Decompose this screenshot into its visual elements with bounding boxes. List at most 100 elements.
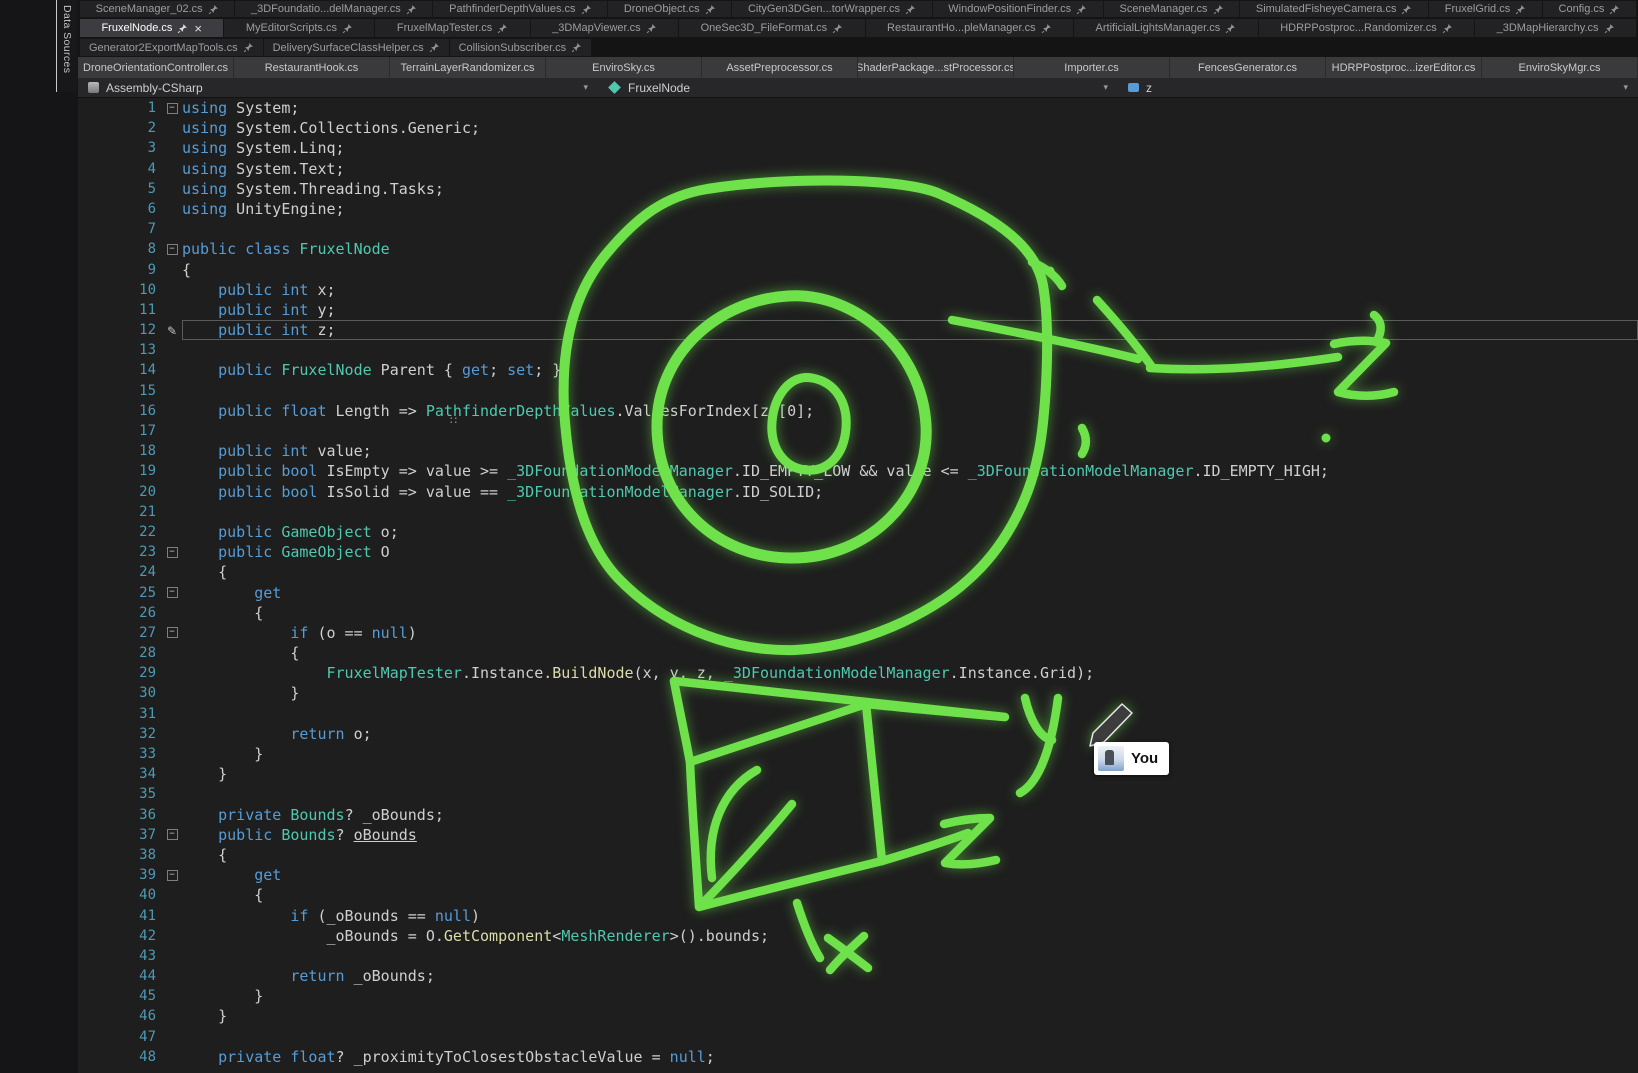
doc-tab-envirosky-cs[interactable]: EnviroSky.cs	[546, 57, 702, 78]
tab-onesec3d-fileformat-cs[interactable]: OneSec3D_FileFormat.cs	[679, 19, 864, 37]
code-line-14[interactable]: 14 public FruxelNode Parent { get; set; …	[78, 360, 1638, 380]
code-line-40[interactable]: 40 {	[78, 885, 1638, 905]
doc-tab-assetpreprocessor-cs[interactable]: AssetPreprocessor.cs	[702, 57, 858, 78]
fold-collapse-icon[interactable]: −	[167, 547, 178, 558]
doc-tab-enviroskymgr-cs[interactable]: EnviroSkyMgr.cs	[1482, 57, 1638, 78]
tab-fruxelgrid-cs[interactable]: FruxelGrid.cs	[1429, 1, 1542, 17]
code-line-41[interactable]: 41 if (_oBounds == null)	[78, 906, 1638, 926]
fold-margin	[162, 381, 182, 401]
doc-tab-droneorientationcontroller-cs[interactable]: DroneOrientationController.cs	[78, 57, 234, 78]
code-line-28[interactable]: 28 {	[78, 643, 1638, 663]
code-line-36[interactable]: 36 private Bounds? _oBounds;	[78, 805, 1638, 825]
code-line-24[interactable]: 24 {	[78, 562, 1638, 582]
tab-scenemanager-cs[interactable]: SceneManager.cs	[1104, 1, 1239, 17]
code-line-17[interactable]: 17	[78, 421, 1638, 441]
doc-tab-fencesgenerator-cs[interactable]: FencesGenerator.cs	[1170, 57, 1326, 78]
fold-collapse-icon[interactable]: −	[167, 244, 178, 255]
tab-fruxelmaptester-cs[interactable]: FruxelMapTester.cs	[375, 19, 529, 37]
fold-collapse-icon[interactable]: −	[167, 627, 178, 638]
tab-3dmapviewer-cs[interactable]: _3DMapViewer.cs	[531, 19, 678, 37]
tab-simulatedfisheyecamera-cs[interactable]: SimulatedFisheyeCamera.cs	[1240, 1, 1428, 17]
tab-3dfoundatio-delmanager-cs[interactable]: _3DFoundatio...delManager.cs	[235, 1, 432, 17]
doc-tab-shaderpackage-stprocessor-cs[interactable]: ShaderPackage...stProcessor.cs	[858, 57, 1014, 78]
code-line-34[interactable]: 34 }	[78, 764, 1638, 784]
code-line-6[interactable]: 6using UnityEngine;	[78, 199, 1638, 219]
code-line-2[interactable]: 2using System.Collections.Generic;	[78, 118, 1638, 138]
code-line-27[interactable]: 27− if (o == null)	[78, 623, 1638, 643]
code-line-29[interactable]: 29 FruxelMapTester.Instance.BuildNode(x,…	[78, 663, 1638, 683]
fold-margin	[162, 926, 182, 946]
code-line-18[interactable]: 18 public int value;	[78, 441, 1638, 461]
code-line-42[interactable]: 42 _oBounds = O.GetComponent<MeshRendere…	[78, 926, 1638, 946]
code-line-1[interactable]: 1−using System;	[78, 98, 1638, 118]
tab-droneobject-cs[interactable]: DroneObject.cs	[608, 1, 731, 17]
code-line-44[interactable]: 44 return _oBounds;	[78, 966, 1638, 986]
code-line-7[interactable]: 7	[78, 219, 1638, 239]
line-number: 48	[78, 1047, 162, 1067]
tab-fruxelnode-cs[interactable]: FruxelNode.cs×	[80, 19, 223, 37]
code-text: public FruxelNode Parent { get; set; }	[182, 360, 1638, 380]
tab-scenemanager-02-cs[interactable]: SceneManager_02.cs	[80, 1, 234, 17]
code-line-8[interactable]: 8−public class FruxelNode	[78, 239, 1638, 259]
code-line-25[interactable]: 25− get	[78, 583, 1638, 603]
code-line-9[interactable]: 9{	[78, 260, 1638, 280]
code-line-37[interactable]: 37− public Bounds? oBounds	[78, 825, 1638, 845]
close-icon[interactable]: ×	[194, 23, 202, 34]
code-line-4[interactable]: 4using System.Text;	[78, 159, 1638, 179]
code-line-31[interactable]: 31	[78, 704, 1638, 724]
fold-collapse-icon[interactable]: −	[167, 587, 178, 598]
tab-hdrppostproc-randomizer-cs[interactable]: HDRPPostproc...Randomizer.cs	[1259, 19, 1474, 37]
code-line-13[interactable]: 13	[78, 340, 1638, 360]
code-line-46[interactable]: 46 }	[78, 1006, 1638, 1026]
tab-artificiallightsmanager-cs[interactable]: ArtificialLightsManager.cs	[1074, 19, 1258, 37]
code-line-11[interactable]: 11 public int y;	[78, 300, 1638, 320]
code-line-12[interactable]: 12✎ public int z;	[78, 320, 1638, 340]
code-line-5[interactable]: 5using System.Threading.Tasks;	[78, 179, 1638, 199]
code-line-48[interactable]: 48 private float? _proximityToClosestObs…	[78, 1047, 1638, 1067]
code-line-23[interactable]: 23− public GameObject O	[78, 542, 1638, 562]
code-line-22[interactable]: 22 public GameObject o;	[78, 522, 1638, 542]
code-line-45[interactable]: 45 }	[78, 986, 1638, 1006]
tab-generator2exportmaptools-cs[interactable]: Generator2ExportMapTools.cs	[80, 39, 263, 56]
doc-tab-hdrppostproc-izereditor-cs[interactable]: HDRPPostproc...izerEditor.cs	[1326, 57, 1482, 78]
project-dropdown[interactable]: Assembly-CSharp ▾	[78, 78, 598, 97]
code-line-47[interactable]: 47	[78, 1027, 1638, 1047]
remote-user-name: You	[1131, 750, 1158, 767]
fold-collapse-icon[interactable]: −	[167, 103, 178, 114]
fold-collapse-icon[interactable]: −	[167, 829, 178, 840]
doc-tab-importer-cs[interactable]: Importer.cs	[1014, 57, 1170, 78]
code-line-3[interactable]: 3using System.Linq;	[78, 138, 1638, 158]
tab-restaurantho-plemanager-cs[interactable]: RestaurantHo...pleManager.cs	[866, 19, 1074, 37]
code-line-10[interactable]: 10 public int x;	[78, 280, 1638, 300]
doc-tab-terrainlayerrandomizer-cs[interactable]: TerrainLayerRandomizer.cs	[390, 57, 546, 78]
doc-tab-label: DroneOrientationController.cs	[83, 62, 228, 74]
code-line-30[interactable]: 30 }	[78, 683, 1638, 703]
code-line-43[interactable]: 43	[78, 946, 1638, 966]
line-number: 25	[78, 583, 162, 603]
code-line-39[interactable]: 39− get	[78, 865, 1638, 885]
tab-config-cs[interactable]: Config.cs	[1543, 1, 1636, 17]
member-dropdown[interactable]: z ▾	[1118, 78, 1638, 97]
code-line-38[interactable]: 38 {	[78, 845, 1638, 865]
tab-windowpositionfinder-cs[interactable]: WindowPositionFinder.cs	[933, 1, 1103, 17]
fold-collapse-icon[interactable]: −	[167, 870, 178, 881]
code-line-15[interactable]: 15	[78, 381, 1638, 401]
code-line-32[interactable]: 32 return o;	[78, 724, 1638, 744]
tab-deliverysurfaceclasshelper-cs[interactable]: DeliverySurfaceClassHelper.cs	[264, 39, 449, 56]
tab-myeditorscripts-cs[interactable]: MyEditorScripts.cs	[224, 19, 374, 37]
code-line-33[interactable]: 33 }	[78, 744, 1638, 764]
code-line-21[interactable]: 21	[78, 502, 1638, 522]
code-line-35[interactable]: 35	[78, 784, 1638, 804]
tab-pathfinderdepthvalues-cs[interactable]: PathfinderDepthValues.cs	[433, 1, 607, 17]
code-line-20[interactable]: 20 public bool IsSolid => value == _3DFo…	[78, 482, 1638, 502]
type-dropdown[interactable]: FruxelNode ▾	[598, 78, 1118, 97]
fold-margin	[162, 562, 182, 582]
code-line-19[interactable]: 19 public bool IsEmpty => value >= _3DFo…	[78, 461, 1638, 481]
data-sources-tab[interactable]: Data Sources	[56, 0, 77, 92]
tab-collisionsubscriber-cs[interactable]: CollisionSubscriber.cs	[450, 39, 592, 56]
code-line-16[interactable]: 16 public float Length => PathfinderDept…	[78, 401, 1638, 421]
tab-citygen3dgen-torwrapper-cs[interactable]: CityGen3DGen...torWrapper.cs	[732, 1, 931, 17]
tab-3dmaphierarchy-cs[interactable]: _3DMapHierarchy.cs	[1475, 19, 1636, 37]
code-line-26[interactable]: 26 {	[78, 603, 1638, 623]
doc-tab-restauranthook-cs[interactable]: RestaurantHook.cs	[234, 57, 390, 78]
